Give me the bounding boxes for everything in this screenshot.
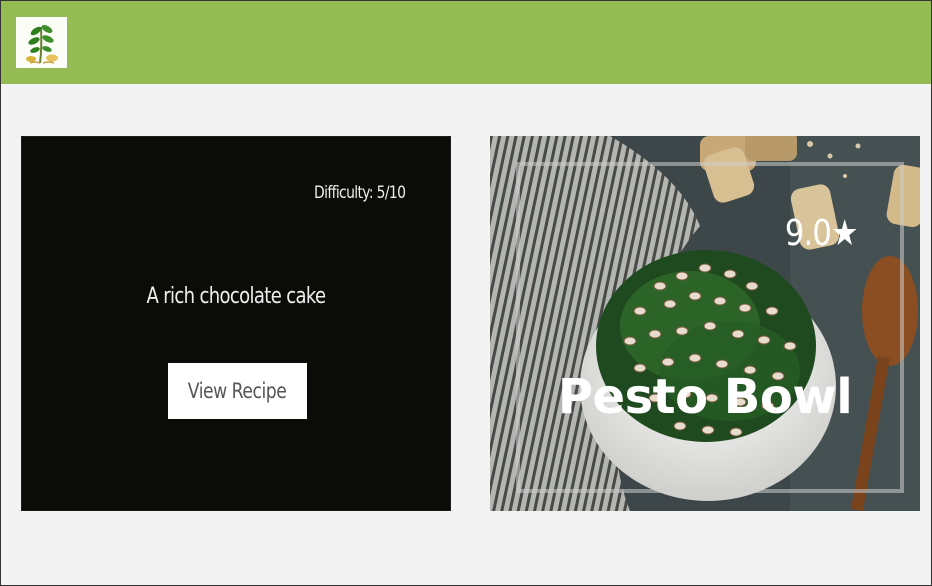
title-frame — [516, 162, 904, 493]
rating-label: 9.0★ — [785, 213, 859, 254]
navbar — [1, 1, 931, 84]
recipe-card: Difficulty: 5/10 A rich chocolate cake V… — [21, 136, 451, 511]
herb-sprig-logo-icon[interactable] — [16, 17, 67, 68]
recipe-title: Pesto Bowl — [557, 369, 853, 425]
recipe-description: A rich chocolate cake — [146, 284, 326, 309]
difficulty-label: Difficulty: 5/10 — [313, 183, 406, 203]
view-recipe-button-label: View Recipe — [188, 379, 287, 403]
featured-recipe-card[interactable]: 9.0★ Pesto Bowl — [490, 136, 920, 511]
view-recipe-button[interactable]: View Recipe — [168, 363, 307, 419]
